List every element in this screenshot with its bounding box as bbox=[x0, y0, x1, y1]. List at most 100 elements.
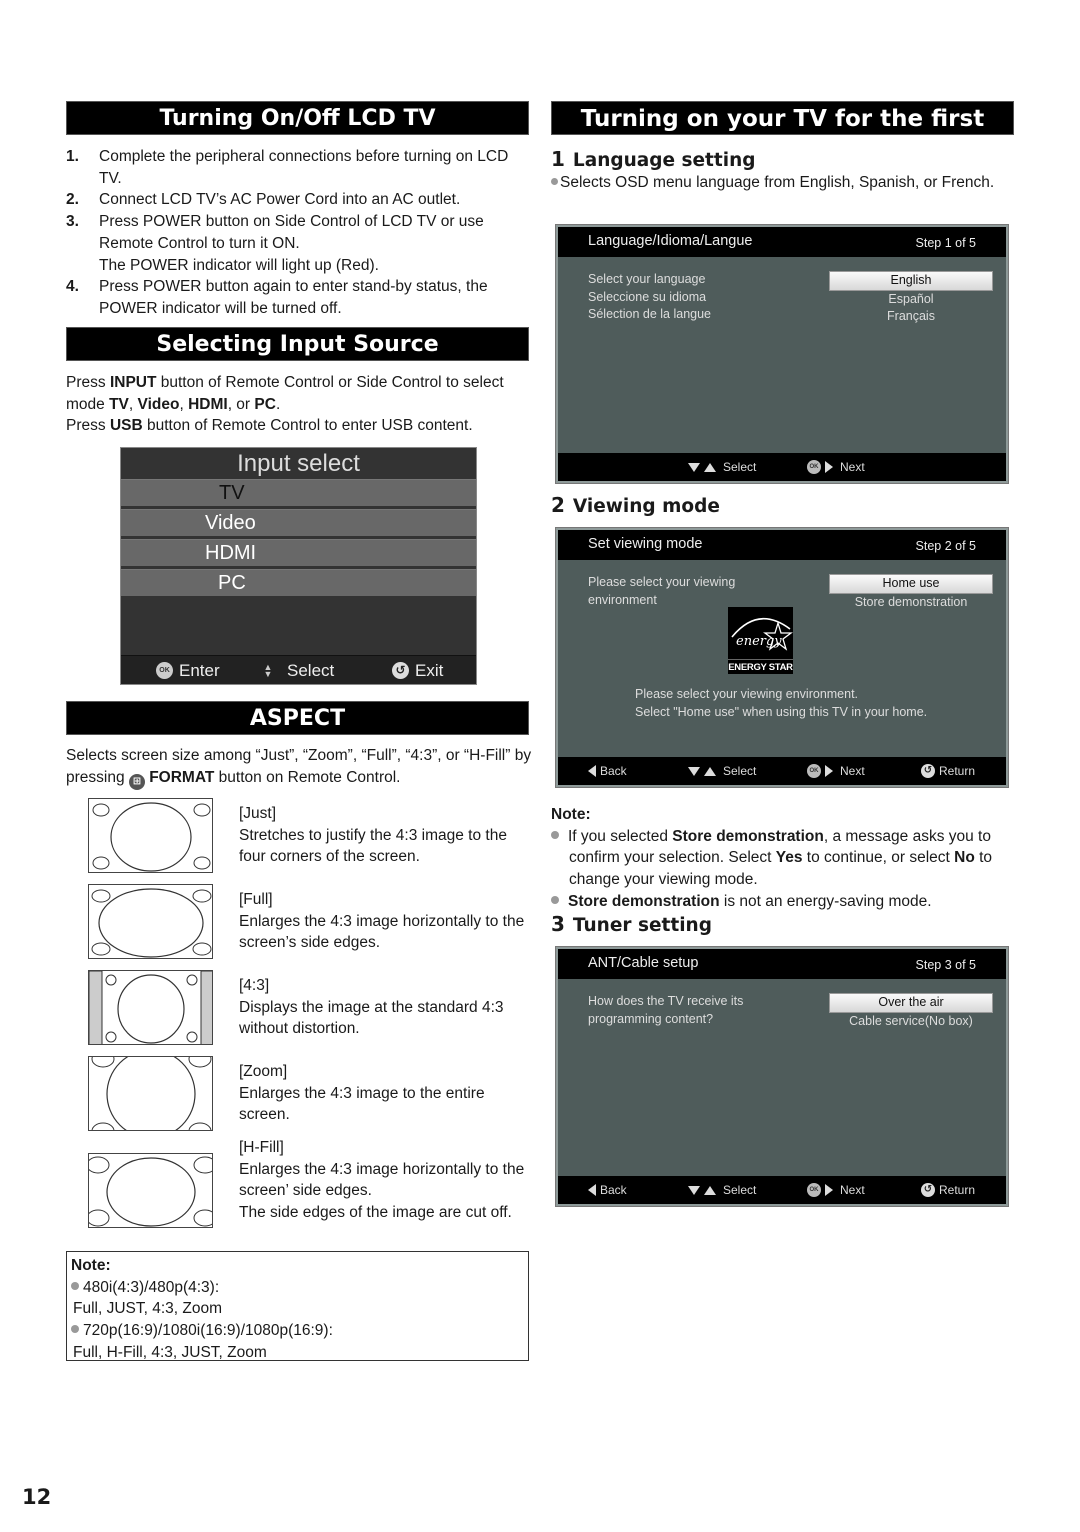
power-steps-list: 1. Complete the peripheral connections be… bbox=[66, 146, 526, 320]
down-arrow-icon bbox=[688, 462, 700, 472]
osd-footer: Select OK Next bbox=[558, 453, 1006, 481]
select-hint: Select bbox=[688, 1176, 756, 1204]
input-select-menu: Input select TV Video HDMI PC OK Enter ▲ ▼… bbox=[120, 447, 477, 685]
svg-text:energy: energy bbox=[736, 634, 782, 649]
section-title-first-time: Turning on your TV for the first time bbox=[551, 101, 1014, 166]
osd-footer: Back Select OK Next ↺ Return bbox=[558, 757, 1006, 785]
input-select-footer: OK Enter ▲ ▼ Select ↺ Exit bbox=[121, 655, 476, 684]
exit-hint: ↺ Exit bbox=[392, 656, 443, 685]
up-arrow-icon bbox=[704, 1185, 716, 1195]
note-item: 720p(16:9)/1080i(16:9)/1080p(16:9): bbox=[71, 1320, 524, 1342]
input-option-video[interactable]: Video bbox=[121, 509, 476, 536]
enter-hint: OK Enter bbox=[156, 656, 220, 685]
ok-button-icon: OK bbox=[807, 460, 821, 474]
aspect-zoom-illustration bbox=[88, 1056, 213, 1131]
power-step: 1. Complete the peripheral connections be… bbox=[66, 148, 509, 187]
down-arrow-icon bbox=[688, 766, 700, 776]
osd-header: Language/Idioma/Langue Step 1 of 5 bbox=[558, 227, 1006, 257]
return-icon: ↺ bbox=[921, 764, 935, 778]
option-francais[interactable]: Français bbox=[829, 308, 993, 326]
right-arrow-icon bbox=[825, 461, 833, 473]
return-hint: ↺ Return bbox=[921, 757, 975, 785]
power-step: 4. Press POWER button again to enter stan… bbox=[66, 278, 488, 317]
step-1-heading: 1 Language setting bbox=[551, 147, 756, 171]
aspect-mode-hfill: [H-Fill] Enlarges the 4:3 image horizont… bbox=[239, 1139, 525, 1222]
back-hint: Back bbox=[588, 1176, 627, 1204]
note-item: 480i(4:3)/480p(4:3): bbox=[71, 1277, 524, 1299]
language-options: English Español Français bbox=[829, 271, 993, 326]
viewing-mode-screen: Set viewing mode Step 2 of 5 Please sele… bbox=[555, 527, 1009, 788]
osd-header: Set viewing mode Step 2 of 5 bbox=[558, 530, 1006, 560]
bullet-icon bbox=[71, 1325, 79, 1334]
ok-button-icon: OK bbox=[807, 764, 821, 778]
right-arrow-icon bbox=[825, 1184, 833, 1196]
return-icon: ↺ bbox=[392, 662, 409, 679]
aspect-4-3-illustration bbox=[88, 970, 213, 1045]
aspect-hfill-illustration bbox=[88, 1153, 213, 1228]
next-hint: OK Next bbox=[807, 757, 865, 785]
aspect-mode-just: [Just] Stretches to justify the 4:3 imag… bbox=[239, 805, 507, 866]
step-2-heading: 2 Viewing mode bbox=[551, 493, 720, 517]
aspect-just-illustration bbox=[88, 798, 213, 873]
select-hint: Select bbox=[688, 453, 756, 481]
power-step: 2. Connect LCD TV’s AC Power Cord into an… bbox=[66, 191, 461, 209]
return-hint: ↺ Return bbox=[921, 1176, 975, 1204]
return-icon: ↺ bbox=[921, 1183, 935, 1197]
tuner-prompt: How does the TV receive its programming … bbox=[588, 994, 744, 1026]
aspect-note-box: Note: 480i(4:3)/480p(4:3): Full, JUST, 4… bbox=[66, 1251, 529, 1361]
input-option-pc[interactable]: PC bbox=[121, 569, 476, 596]
left-arrow-icon bbox=[588, 765, 596, 777]
step-1-description: Selects OSD menu language from English, … bbox=[551, 172, 1011, 194]
input-option-hdmi[interactable]: HDMI bbox=[121, 539, 476, 566]
tuner-setup-screen: ANT/Cable setup Step 3 of 5 How does the… bbox=[555, 946, 1009, 1207]
next-hint: OK Next bbox=[807, 1176, 865, 1204]
option-store-demonstration[interactable]: Store demonstration bbox=[829, 594, 993, 612]
power-step: 3. Press POWER button on Side Control of … bbox=[66, 213, 484, 274]
viewing-mode-options: Home use Store demonstration bbox=[829, 574, 993, 611]
input-select-title: Input select bbox=[121, 448, 476, 479]
aspect-mode-full: [Full] Enlarges the 4:3 image horizontal… bbox=[239, 891, 525, 952]
left-arrow-icon bbox=[588, 1184, 596, 1196]
page-number: 12 bbox=[22, 1485, 52, 1509]
up-arrow-icon bbox=[704, 766, 716, 776]
note-item: If you selected Store demonstration, a m… bbox=[551, 826, 1011, 891]
up-down-arrows-icon: ▲ ▼ bbox=[263, 661, 273, 679]
bullet-icon bbox=[71, 1281, 79, 1290]
next-hint: OK Next bbox=[807, 453, 865, 481]
language-setup-screen: Language/Idioma/Langue Step 1 of 5 Selec… bbox=[555, 224, 1009, 484]
step-3-heading: 3 Tuner setting bbox=[551, 912, 712, 936]
up-arrow-icon bbox=[704, 462, 716, 472]
bullet-icon bbox=[551, 830, 559, 839]
viewing-mode-message: Please select your viewing environment. … bbox=[635, 687, 928, 719]
ok-button-icon: OK bbox=[807, 1183, 821, 1197]
select-hint: Select bbox=[688, 757, 756, 785]
option-cable-service[interactable]: Cable service(No box) bbox=[829, 1013, 993, 1031]
option-over-the-air[interactable]: Over the air bbox=[829, 993, 993, 1013]
back-hint: Back bbox=[588, 757, 627, 785]
tuner-options: Over the air Cable service(No box) bbox=[829, 993, 993, 1030]
input-source-description: Press INPUT button of Remote Control or … bbox=[66, 374, 504, 435]
section-title-aspect: ASPECT bbox=[66, 701, 529, 735]
select-hint: ▲ ▼ Select bbox=[263, 661, 335, 680]
aspect-description: Selects screen size among “Just”, “Zoom”… bbox=[66, 745, 536, 790]
note-item: Store demonstration is not an energy-sav… bbox=[551, 891, 1011, 913]
ok-button-icon: OK bbox=[156, 662, 173, 679]
section-title-turning-on-off: Turning On/Off LCD TV bbox=[66, 101, 529, 135]
input-option-tv[interactable]: TV bbox=[121, 479, 476, 506]
aspect-full-illustration bbox=[88, 884, 213, 959]
bullet-icon bbox=[551, 178, 558, 185]
right-arrow-icon bbox=[825, 765, 833, 777]
option-home-use[interactable]: Home use bbox=[829, 574, 993, 594]
energy-star-logo: energy ENERGY STAR bbox=[728, 607, 793, 674]
option-english[interactable]: English bbox=[829, 271, 993, 291]
bullet-icon bbox=[551, 895, 559, 904]
section-title-input-source: Selecting Input Source bbox=[66, 327, 529, 361]
option-espanol[interactable]: Español bbox=[829, 291, 993, 309]
osd-header: ANT/Cable setup Step 3 of 5 bbox=[558, 949, 1006, 979]
language-labels: Select your language Seleccione su idiom… bbox=[588, 272, 712, 321]
aspect-mode-4-3: [4:3] Displays the image at the standard… bbox=[239, 977, 504, 1038]
viewing-mode-note: Note: If you selected Store demonstratio… bbox=[551, 804, 1011, 913]
aspect-mode-zoom: [Zoom] Enlarges the 4:3 image to the ent… bbox=[239, 1063, 485, 1124]
viewing-mode-prompt: Please select your viewing environment bbox=[588, 575, 736, 607]
format-button-icon: ⊞ bbox=[128, 773, 145, 790]
